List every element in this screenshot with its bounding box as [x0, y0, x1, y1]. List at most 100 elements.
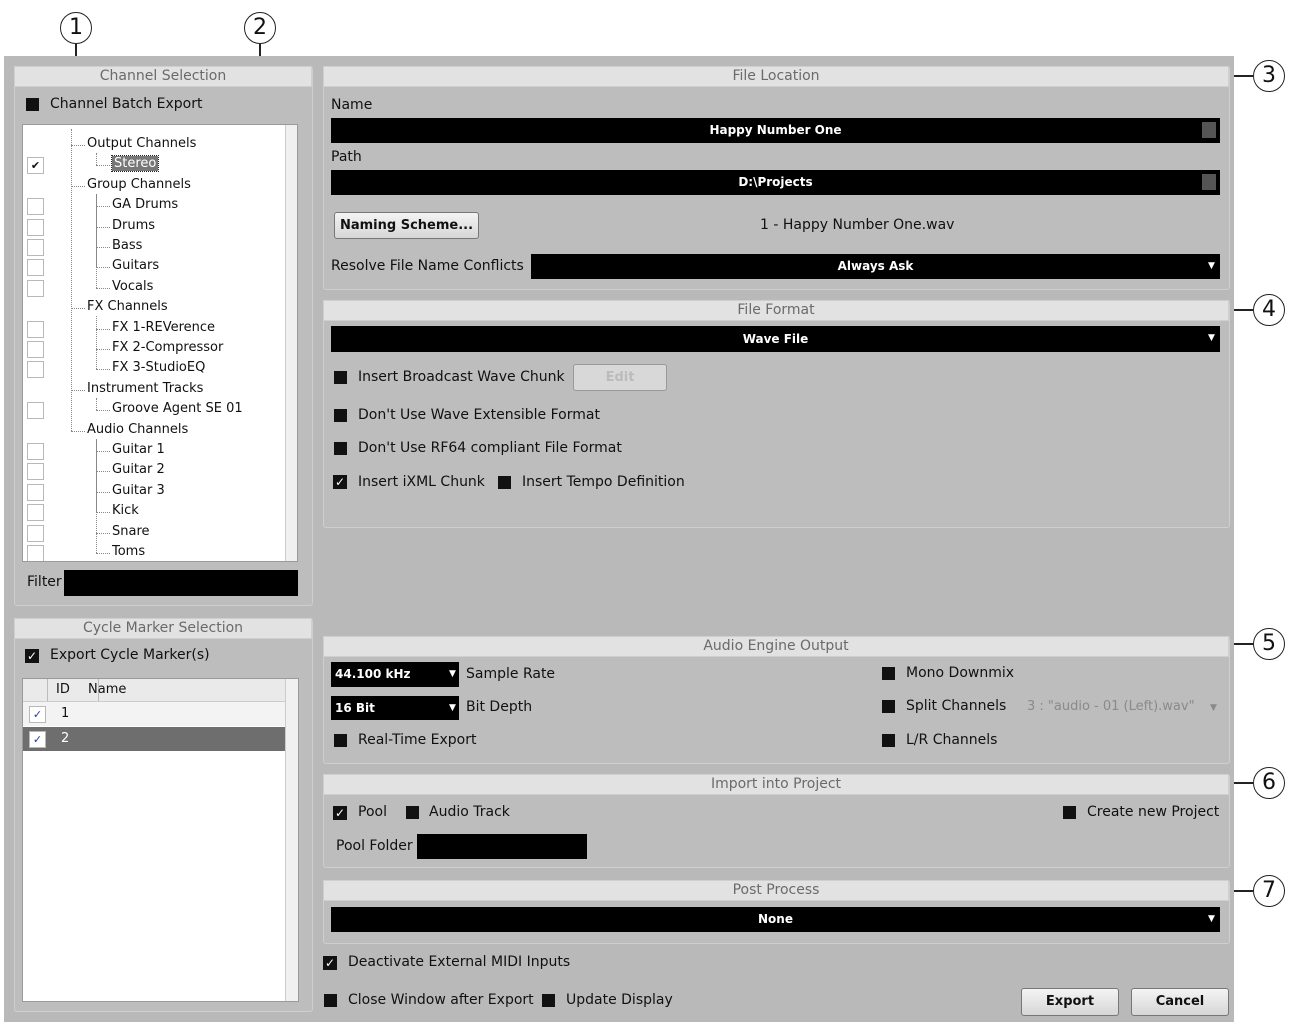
chevron-down-icon: ▼ [449, 669, 456, 679]
resolve-conflicts-select[interactable]: Always Ask [531, 254, 1220, 279]
tree-connector [96, 349, 110, 350]
cancel-button[interactable]: Cancel [1131, 988, 1229, 1016]
channel-checkbox[interactable] [27, 279, 44, 297]
tree-item[interactable]: Stereo [110, 155, 160, 173]
audio-track-checkbox[interactable] [406, 806, 419, 819]
sample-rate-select[interactable]: 44.100 kHz [331, 662, 459, 687]
split-channels-value[interactable]: 3 : "audio - 01 (Left).wav" [1027, 699, 1195, 714]
channel-tree-scrollbar[interactable] [285, 125, 297, 561]
path-dropdown-arrow[interactable] [1202, 174, 1216, 190]
channel-checkbox[interactable] [27, 239, 44, 256]
broadcast-wave-checkbox[interactable] [334, 371, 347, 384]
create-project-label: Create new Project [1087, 804, 1220, 820]
close-window-checkbox[interactable] [324, 994, 337, 1007]
callout-3: 3 [1253, 60, 1285, 92]
filter-input[interactable] [64, 570, 298, 596]
tree-group[interactable]: FX Channels [87, 299, 168, 314]
edit-button[interactable]: Edit [573, 364, 667, 391]
realtime-export-label: Real-Time Export [358, 732, 477, 748]
channel-checkbox[interactable] [27, 504, 44, 522]
post-process-select[interactable]: None [331, 907, 1220, 932]
realtime-export-checkbox[interactable] [334, 734, 347, 747]
tree-group[interactable]: Group Channels [87, 177, 191, 192]
channel-checkbox[interactable] [27, 218, 44, 236]
tree-item[interactable]: Drums [112, 218, 155, 233]
channel-checkbox[interactable] [27, 341, 44, 358]
table-row[interactable]: ✓ 1 [23, 702, 285, 726]
channel-checkbox[interactable]: ✔ [27, 157, 44, 175]
tree-connector [96, 193, 97, 288]
channel-checkbox[interactable] [27, 259, 44, 277]
bit-depth-select[interactable]: 16 Bit [331, 696, 459, 720]
tree-item[interactable]: FX 2-Compressor [112, 340, 223, 355]
split-channels-checkbox[interactable] [882, 700, 895, 713]
ixml-checkbox[interactable]: ✓ [333, 475, 347, 489]
table-row[interactable]: ✓ 2 [23, 727, 285, 751]
channel-checkbox[interactable] [27, 524, 44, 542]
cycle-marker-header: Cycle Marker Selection [14, 618, 312, 639]
channel-checkbox[interactable] [27, 443, 44, 460]
rf64-checkbox[interactable] [334, 442, 347, 455]
tree-item[interactable]: FX 3-StudioEQ [112, 360, 205, 375]
tree-connector [96, 410, 110, 412]
tree-item[interactable]: Guitars [112, 258, 159, 273]
path-input[interactable]: D:\Projects [331, 170, 1220, 195]
export-cycle-markers-checkbox[interactable]: ✓ [25, 649, 39, 663]
channel-tree[interactable]: Output Channels ✔ Stereo Group Channels GA D… [22, 124, 298, 562]
row-checkbox[interactable]: ✓ [29, 706, 46, 723]
name-dropdown-arrow[interactable] [1202, 122, 1216, 138]
row-checkbox[interactable]: ✓ [29, 731, 46, 748]
tree-group[interactable]: Instrument Tracks [87, 381, 203, 396]
update-display-checkbox[interactable] [542, 994, 555, 1007]
tree-item[interactable]: Toms [112, 544, 145, 559]
chevron-down-icon: ▼ [1210, 703, 1217, 713]
tree-item[interactable]: Snare [112, 524, 150, 539]
pool-checkbox[interactable]: ✓ [333, 806, 347, 820]
tree-item[interactable]: Vocals [112, 279, 153, 294]
name-value: Happy Number One [709, 123, 842, 137]
tempo-definition-checkbox[interactable] [498, 476, 511, 489]
name-input[interactable]: Happy Number One [331, 118, 1220, 143]
channel-checkbox[interactable] [27, 402, 44, 420]
export-button[interactable]: Export [1021, 988, 1119, 1016]
channel-checkbox[interactable] [27, 463, 44, 481]
column-header-name[interactable]: Name [88, 682, 126, 697]
tree-item[interactable]: Kick [112, 503, 139, 518]
file-format-select[interactable]: Wave File [331, 326, 1220, 352]
row-id: 1 [61, 706, 70, 721]
channel-checkbox[interactable] [27, 361, 44, 379]
tree-item[interactable]: Guitar 2 [112, 462, 165, 477]
tree-item[interactable]: Groove Agent SE 01 [112, 401, 243, 416]
tree-item[interactable]: Guitar 3 [112, 483, 165, 498]
channel-checkbox[interactable] [27, 483, 44, 501]
mono-downmix-checkbox[interactable] [882, 667, 895, 680]
tree-connector [96, 369, 110, 371]
audio-engine-header: Audio Engine Output [323, 636, 1229, 657]
tree-item[interactable]: Guitar 1 [112, 442, 165, 457]
chevron-down-icon: ▼ [1208, 333, 1215, 343]
tree-item[interactable]: Bass [112, 238, 142, 253]
pool-folder-input[interactable] [417, 834, 587, 859]
bit-depth-label: Bit Depth [466, 699, 533, 715]
column-header-id[interactable]: ID [56, 682, 70, 697]
tree-connector [71, 389, 85, 391]
tree-group[interactable]: Audio Channels [87, 422, 188, 437]
filter-label: Filter [27, 574, 62, 590]
lr-channels-checkbox[interactable] [882, 734, 895, 747]
cycle-marker-scrollbar[interactable] [285, 679, 298, 1001]
channel-checkbox[interactable] [27, 320, 44, 338]
channel-batch-export-checkbox[interactable] [26, 98, 39, 111]
tree-item[interactable]: FX 1-REVerence [112, 320, 215, 335]
wave-extensible-checkbox[interactable] [334, 409, 347, 422]
callout-2: 2 [244, 12, 276, 44]
naming-scheme-button[interactable]: Naming Scheme... [334, 212, 479, 239]
name-label: Name [331, 97, 373, 113]
tree-group[interactable]: Output Channels [87, 136, 196, 151]
tree-connector [96, 206, 110, 208]
channel-checkbox[interactable] [27, 198, 44, 216]
split-channels-label: Split Channels [906, 698, 1007, 714]
deactivate-midi-checkbox[interactable]: ✓ [323, 956, 337, 970]
create-project-checkbox[interactable] [1063, 806, 1076, 819]
channel-checkbox[interactable] [27, 545, 44, 561]
tree-item[interactable]: GA Drums [112, 197, 178, 212]
